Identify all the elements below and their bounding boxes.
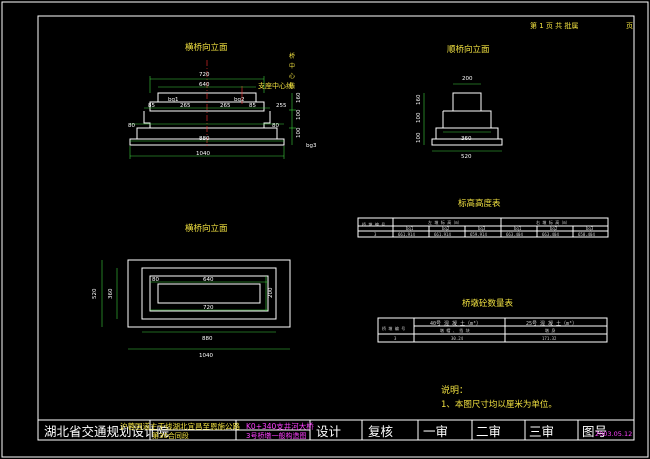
t1-h-left: 左 墩 标 高（m） xyxy=(428,219,462,225)
view1-bg1: bg1 xyxy=(168,97,178,103)
t2-h-pier: 桥 墩 编 号 xyxy=(382,325,405,331)
view3-dim-720: 720 xyxy=(203,305,214,311)
audit2-label: 二审 xyxy=(476,424,501,439)
view1-dim-80: 80 xyxy=(128,123,135,129)
project-line2: 第30合同段 xyxy=(152,431,189,440)
view3-dim-80: 80 xyxy=(152,277,159,283)
view1-title: 横桥向立面 xyxy=(185,42,228,53)
inner-frame xyxy=(37,15,635,441)
t1-r0: 3 xyxy=(374,232,377,237)
view2-dim-200: 200 xyxy=(462,76,473,82)
view1-dim-100: 100 xyxy=(296,109,302,120)
t1-r5: 663.404 xyxy=(542,232,559,237)
view1-bg2: bg2 xyxy=(234,97,244,103)
page-header: 第 1 页 共 批属 xyxy=(530,21,578,30)
view2-dim-360: 360 xyxy=(461,136,472,142)
design-label: 设计 xyxy=(316,424,341,439)
view3-dim-1040: 1040 xyxy=(199,353,213,359)
review-label: 复核 xyxy=(368,424,394,439)
view3-dim-200: 200 xyxy=(268,287,274,298)
cad-drawing: 第 1 页 共 批属 页 横桥向立面 720 640 85 265 265 85… xyxy=(1,1,649,458)
view1-dim-100b: 100 xyxy=(296,127,302,138)
view1-bg3: bg3 xyxy=(306,143,317,149)
view1-dim-85b: 85 xyxy=(249,103,256,109)
view1-dim-880: 880 xyxy=(199,136,210,142)
view3-dim-640: 640 xyxy=(203,277,214,283)
view2-dim-520: 520 xyxy=(461,154,472,160)
view1-dim-265b: 265 xyxy=(220,103,231,109)
view1-dim-160: 160 xyxy=(296,92,302,103)
t1-r6: 658.404 xyxy=(578,232,595,237)
t1-h-pier: 桥 墩 编 号 xyxy=(362,221,385,227)
note-title: 说明： xyxy=(441,384,468,396)
drawing-line2: 3号桥墩一般构造图 xyxy=(246,431,306,440)
t1-r4: 663.404 xyxy=(506,232,523,237)
view2-dim-100b: 100 xyxy=(416,132,422,143)
view1-dim-85: 85 xyxy=(148,103,155,109)
t1-r1: 661.914 xyxy=(398,232,415,237)
t1-h2-4: bg2 xyxy=(550,226,558,231)
t1-r3: 659.914 xyxy=(470,232,487,237)
t2-h-25: 25号 混 凝 土（m³） xyxy=(526,320,577,327)
view1-dim-265: 265 xyxy=(180,103,191,109)
view3-dimension-lines xyxy=(101,260,290,350)
audit1-label: 一审 xyxy=(423,424,448,439)
view2-dim-160: 160 xyxy=(416,94,422,105)
date-label: 2003.05.12 xyxy=(595,430,632,438)
view1-vert-1: 桥 xyxy=(289,52,295,60)
project-line1: 沪蓉国道主干线湖北宜昌至恩施公路 xyxy=(120,421,240,431)
view1-vert-4: 线 xyxy=(289,82,295,90)
view1-vert-3: 心 xyxy=(289,73,295,80)
t1-h2-5: bg3 xyxy=(586,226,594,231)
view1-vert-2: 中 xyxy=(289,62,295,70)
view3-dim-880: 880 xyxy=(202,336,213,342)
t2-h2-1: 墩 身 xyxy=(545,327,555,333)
table2-title: 桥墩砼数量表 xyxy=(462,298,514,309)
t2-r0: 3 xyxy=(394,336,397,341)
view3-dim-520: 520 xyxy=(92,288,98,299)
view1-dim-720: 720 xyxy=(199,72,210,78)
t1-h2-1: bg2 xyxy=(442,226,450,231)
view2-dim-100: 100 xyxy=(416,112,422,123)
drawing-line1: K0+340支井河大桥 xyxy=(246,421,314,431)
view1-dim-255: 255 xyxy=(276,103,287,109)
view3-title: 横桥向立面 xyxy=(185,223,228,234)
table1-title: 标高高度表 xyxy=(458,198,501,209)
view1-dim-80b: 80 xyxy=(272,123,279,129)
t1-h2-0: bg1 xyxy=(406,226,414,231)
view3-dim-360: 360 xyxy=(108,288,114,299)
audit3-label: 三审 xyxy=(529,424,554,439)
t2-r2: 171.32 xyxy=(542,336,557,341)
note-line1: 1、本图尺寸均以厘米为单位。 xyxy=(441,399,557,410)
t1-h2-2: bg3 xyxy=(478,226,486,231)
page-suffix: 页 xyxy=(626,22,633,30)
t1-h-right: 右 墩 标 高（m） xyxy=(536,219,570,225)
t1-h2-3: bg1 xyxy=(514,226,522,231)
view1-dim-1040: 1040 xyxy=(196,151,210,157)
view2-title: 顺桥向立面 xyxy=(447,44,490,55)
t1-r2: 661.914 xyxy=(434,232,451,237)
t2-h-40: 40号 混 凝 土（m³） xyxy=(430,320,481,327)
view1-center-label: 支座中心线 xyxy=(258,81,293,90)
view1-dim-640: 640 xyxy=(199,82,210,88)
t2-h2-0: 墩 帽 、 挡 块 xyxy=(440,327,470,333)
t2-r1: 30.24 xyxy=(451,336,464,341)
